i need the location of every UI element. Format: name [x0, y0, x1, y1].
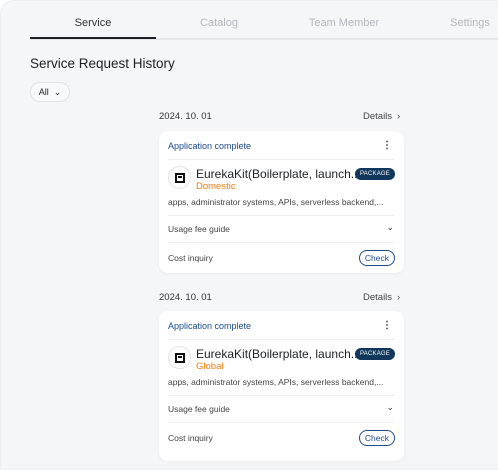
package-badge: PACKAGE	[355, 348, 395, 360]
chevron-down-icon[interactable]: ⌄	[386, 402, 394, 413]
chevron-right-icon: ›	[397, 292, 401, 303]
product-name: EurekaKit(Boilerplate, launch...	[196, 167, 361, 181]
details-label: Details	[363, 292, 393, 303]
more-options-icon[interactable]: ⋮	[382, 140, 392, 151]
product-description: apps, administrator systems, APIs, serve…	[168, 377, 384, 387]
cost-inquiry-label: Cost inquiry	[168, 253, 213, 263]
product-region: Domestic	[196, 181, 236, 192]
request-date: 2024. 10. 01	[159, 292, 212, 303]
tab-settings[interactable]: Settings	[407, 17, 498, 29]
request-card: Application complete ⋮ EurekaKit(Boilerp…	[159, 311, 404, 461]
package-badge: PACKAGE	[355, 168, 395, 180]
chevron-right-icon: ›	[397, 111, 401, 122]
tab-catalog[interactable]: Catalog	[156, 17, 282, 29]
divider	[168, 339, 395, 340]
tab-bar: Service Catalog Team Member Settings	[30, 0, 498, 40]
divider	[168, 242, 395, 243]
product-name: EurekaKit(Boilerplate, launch...	[196, 347, 361, 361]
divider	[168, 422, 395, 423]
product-logo	[168, 166, 191, 189]
check-button[interactable]: Check	[358, 430, 395, 446]
request-date: 2024. 10. 01	[159, 111, 212, 122]
status-text: Application complete	[168, 321, 252, 331]
divider	[168, 159, 395, 160]
cost-inquiry-label: Cost inquiry	[168, 433, 213, 443]
product-logo	[168, 346, 191, 369]
usage-fee-guide[interactable]: Usage fee guide	[168, 224, 230, 234]
product-description: apps, administrator systems, APIs, serve…	[168, 197, 384, 207]
active-tab-indicator	[30, 37, 156, 39]
usage-fee-guide[interactable]: Usage fee guide	[168, 404, 230, 414]
page-title: Service Request History	[30, 56, 175, 71]
more-options-icon[interactable]: ⋮	[382, 320, 392, 331]
filter-value: All	[38, 87, 49, 97]
divider	[168, 395, 395, 396]
details-link[interactable]: Details ›	[363, 111, 400, 122]
details-label: Details	[363, 111, 393, 122]
product-region: Global	[196, 361, 224, 372]
divider	[168, 215, 395, 216]
status-text: Application complete	[168, 141, 252, 151]
request-card: Application complete ⋮ EurekaKit(Boilerp…	[159, 131, 404, 273]
chevron-down-icon: ⌄	[53, 86, 62, 97]
check-button[interactable]: Check	[358, 250, 395, 266]
filter-dropdown[interactable]: All ⌄	[30, 82, 70, 102]
chevron-down-icon[interactable]: ⌄	[386, 222, 394, 233]
details-link[interactable]: Details ›	[363, 292, 400, 303]
tab-service[interactable]: Service	[30, 17, 156, 29]
tab-team-member[interactable]: Team Member	[281, 17, 407, 29]
